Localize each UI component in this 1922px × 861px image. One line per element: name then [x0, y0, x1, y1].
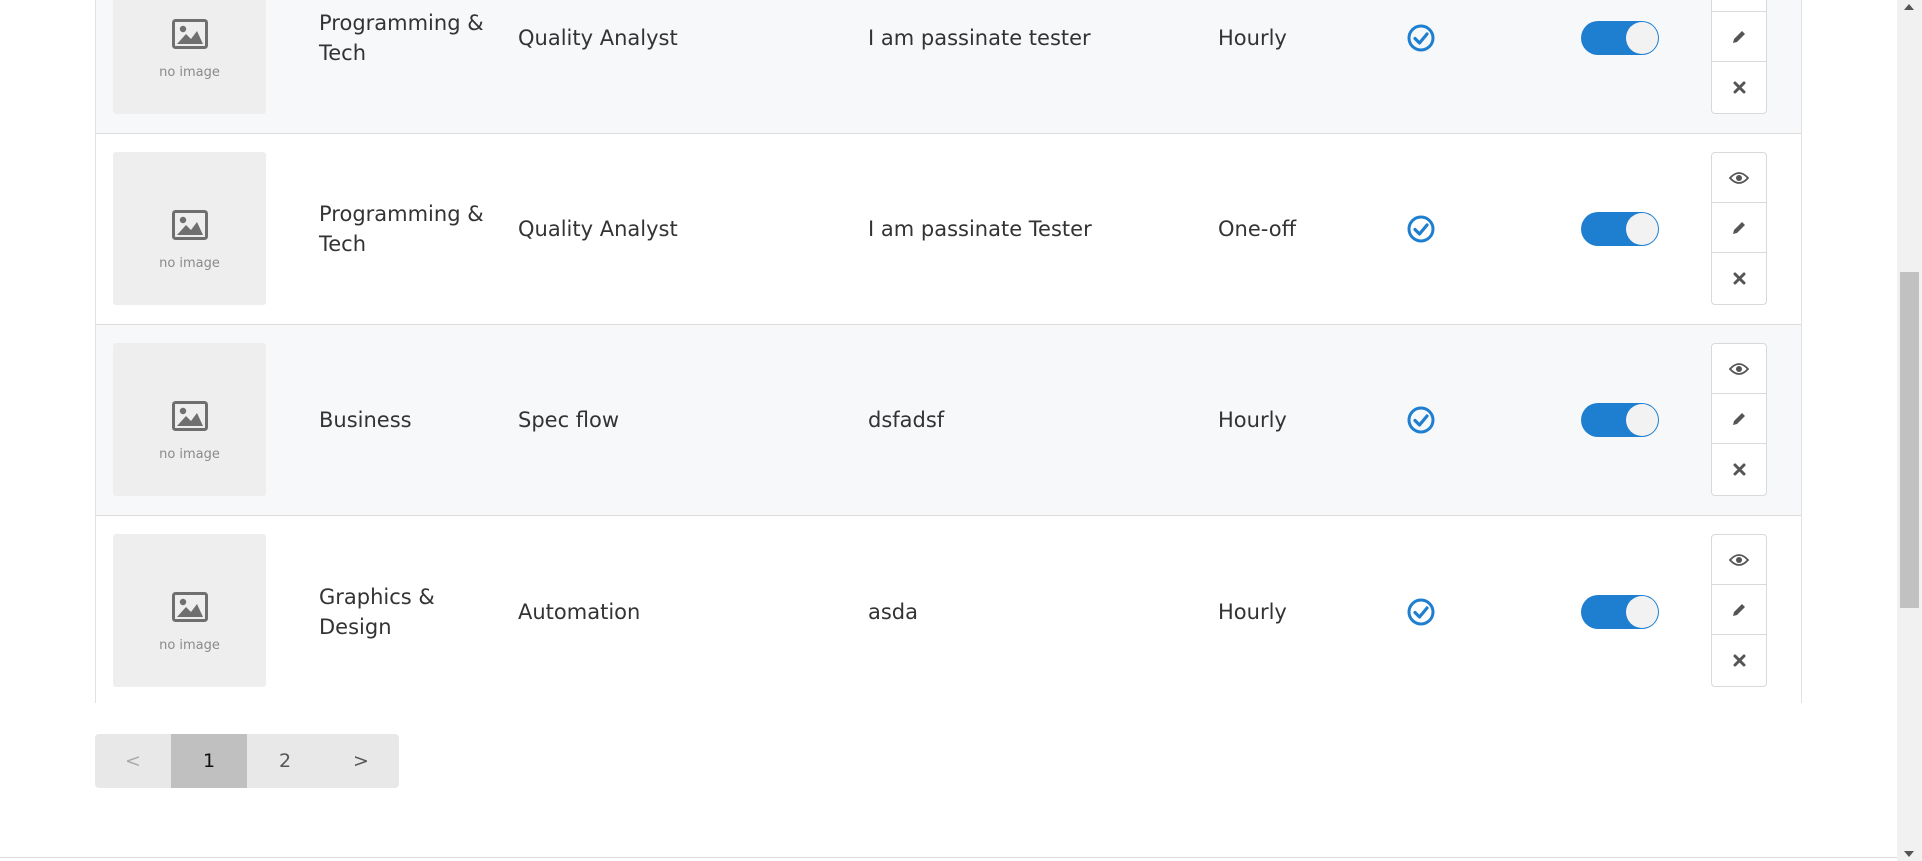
active-toggle[interactable] [1581, 0, 1661, 133]
eye-icon [1729, 553, 1749, 566]
edit-button[interactable] [1712, 394, 1766, 444]
category-cell: Programming & Tech [319, 11, 484, 65]
prev-page-button[interactable]: < [95, 734, 171, 788]
delete-button[interactable] [1712, 253, 1766, 303]
delete-button[interactable] [1712, 62, 1766, 112]
image-icon [172, 210, 208, 240]
active-toggle[interactable] [1581, 516, 1661, 707]
table-row: no image Programming & Tech Quality Anal… [96, 0, 1801, 134]
close-icon [1733, 654, 1745, 666]
title-cell: Quality Analyst [518, 26, 678, 50]
verified-status [1406, 516, 1446, 707]
scroll-down-icon[interactable] [1904, 851, 1914, 857]
verified-status [1406, 0, 1446, 133]
type-cell: Hourly [1218, 408, 1287, 432]
no-image-label: no image [159, 256, 220, 271]
scroll-up-icon[interactable] [1904, 4, 1914, 10]
category-cell: Graphics & Design [319, 584, 435, 639]
edit-button[interactable] [1712, 585, 1766, 635]
table-row: no image Graphics & Design Automation as… [96, 516, 1801, 707]
scrollbar-thumb[interactable] [1900, 272, 1919, 608]
pencil-icon [1733, 221, 1745, 234]
verified-status [1406, 134, 1446, 324]
page-2-button[interactable]: 2 [247, 734, 323, 788]
table-row: no image Business Spec flow dsfadsf Hour… [96, 325, 1801, 516]
image-placeholder: no image [113, 343, 266, 496]
category-cell: Programming & Tech [319, 202, 484, 256]
type-cell: One-off [1218, 217, 1297, 241]
view-button[interactable] [1712, 344, 1766, 394]
row-actions [1711, 152, 1767, 305]
active-toggle[interactable] [1581, 134, 1661, 324]
delete-button[interactable] [1712, 444, 1766, 494]
eye-icon [1729, 171, 1749, 184]
close-icon [1733, 463, 1745, 475]
edit-button[interactable] [1712, 203, 1766, 253]
next-page-button[interactable]: > [323, 734, 399, 788]
view-button[interactable] [1712, 0, 1766, 12]
check-circle-icon [1407, 24, 1435, 52]
view-button[interactable] [1712, 535, 1766, 585]
divider [0, 857, 1897, 858]
no-image-label: no image [159, 65, 220, 80]
category-cell: Business [319, 408, 412, 432]
description-cell: I am passinate Tester [868, 217, 1092, 241]
page-1-button[interactable]: 1 [171, 734, 247, 788]
edit-button[interactable] [1712, 12, 1766, 62]
description-cell: asda [868, 599, 919, 624]
close-icon [1733, 272, 1745, 284]
type-cell: Hourly [1218, 599, 1287, 624]
row-actions [1711, 343, 1767, 496]
view-button[interactable] [1712, 153, 1766, 203]
pencil-icon [1733, 412, 1745, 425]
no-image-label: no image [159, 638, 220, 653]
type-cell: Hourly [1218, 26, 1287, 50]
close-icon [1733, 81, 1745, 93]
pagination: < 1 2 > [95, 734, 399, 788]
vertical-scrollbar[interactable] [1897, 0, 1922, 861]
description-cell: I am passinate tester [868, 26, 1091, 50]
row-actions [1711, 534, 1767, 687]
image-icon [172, 401, 208, 431]
listings-table: no image Programming & Tech Quality Anal… [95, 0, 1802, 707]
title-cell: Automation [518, 599, 641, 624]
verified-status [1406, 325, 1446, 515]
image-icon [172, 592, 208, 622]
no-image-label: no image [159, 447, 220, 462]
row-actions [1711, 0, 1767, 114]
title-cell: Spec flow [518, 408, 620, 432]
active-toggle[interactable] [1581, 325, 1661, 515]
check-circle-icon [1407, 215, 1435, 243]
check-circle-icon [1407, 406, 1435, 434]
pencil-icon [1733, 603, 1745, 616]
table-row: no image Programming & Tech Quality Anal… [96, 134, 1801, 325]
check-circle-icon [1407, 598, 1435, 625]
description-cell: dsfadsf [868, 408, 945, 432]
eye-icon [1729, 362, 1749, 375]
pencil-icon [1733, 30, 1745, 43]
delete-button[interactable] [1712, 635, 1766, 685]
image-placeholder: no image [113, 0, 266, 114]
title-cell: Quality Analyst [518, 217, 678, 241]
image-placeholder: no image [113, 534, 266, 687]
image-icon [172, 19, 208, 49]
image-placeholder: no image [113, 152, 266, 305]
